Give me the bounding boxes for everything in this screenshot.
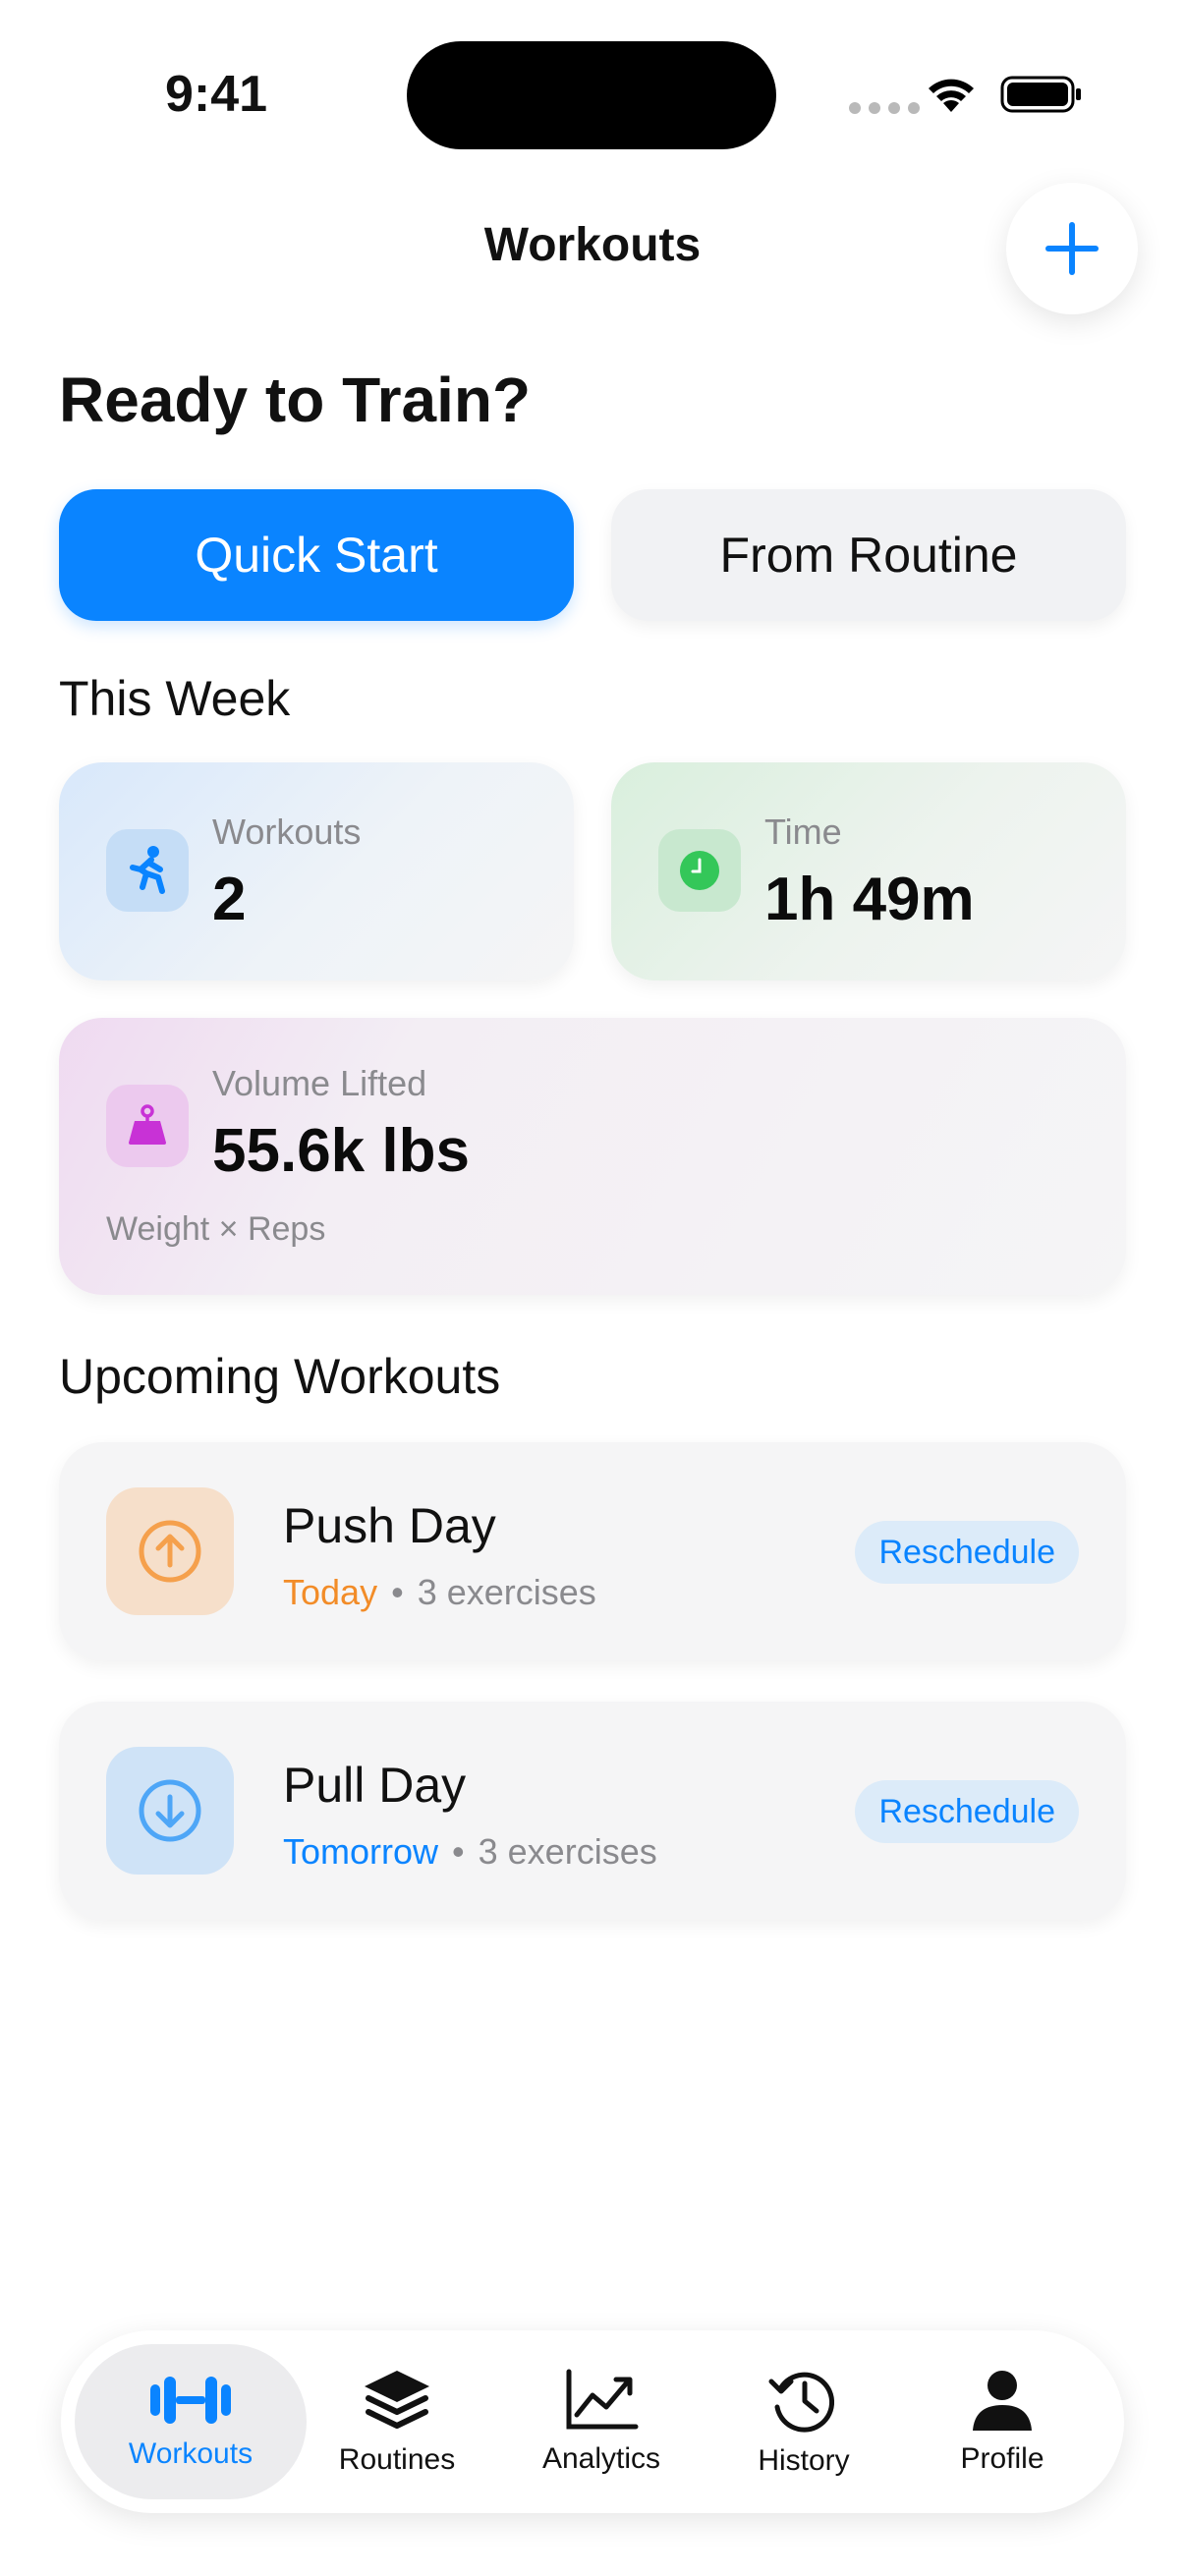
reschedule-button[interactable]: Reschedule [855, 1780, 1079, 1843]
workout-exercise-count: 3 exercises [478, 1831, 657, 1872]
tab-analytics[interactable]: Analytics [503, 2344, 700, 2499]
volume-stat-card: Volume Lifted 55.6k lbs Weight × Reps [59, 1018, 1126, 1295]
time-value: 1h 49m [764, 866, 975, 933]
dynamic-island [407, 41, 776, 149]
tab-label: Routines [338, 2443, 456, 2476]
upcoming-workouts-title: Upcoming Workouts [59, 1349, 501, 1404]
dumbbell-icon [150, 2377, 231, 2424]
workout-meta: Tomorrow • 3 exercises [283, 1831, 657, 1873]
volume-label: Volume Lifted [212, 1063, 427, 1103]
tab-label: Workouts [128, 2437, 254, 2470]
workouts-value: 2 [212, 866, 247, 933]
workout-name: Pull Day [283, 1758, 467, 1813]
workout-name: Push Day [283, 1498, 496, 1553]
tab-label: Analytics [541, 2442, 661, 2475]
tab-profile[interactable]: Profile [904, 2344, 1100, 2499]
tab-history[interactable]: History [705, 2344, 902, 2499]
cellular-signal-icon [849, 102, 920, 114]
kettlebell-icon [106, 1085, 189, 1167]
workout-exercise-count: 3 exercises [417, 1572, 596, 1612]
plus-icon [1045, 222, 1099, 275]
separator-dot: • [391, 1572, 404, 1612]
tab-routines[interactable]: Routines [299, 2344, 495, 2499]
tab-bar: Workouts Routines Analytics History Prof… [61, 2330, 1124, 2513]
arrow-up-circle-icon [106, 1487, 234, 1615]
wifi-icon [922, 73, 981, 121]
history-clock-icon [768, 2372, 835, 2433]
trend-chart-icon [566, 2369, 639, 2430]
this-week-title: This Week [59, 671, 291, 726]
separator-dot: • [452, 1831, 465, 1872]
status-time: 9:41 [165, 66, 268, 123]
hero-title: Ready to Train? [59, 364, 532, 435]
workouts-stat-card: Workouts 2 [59, 762, 574, 980]
time-stat-card: Time 1h 49m [611, 762, 1126, 980]
from-routine-button[interactable]: From Routine [611, 489, 1126, 621]
workout-day: Tomorrow [283, 1831, 439, 1872]
arrow-down-circle-icon [106, 1747, 234, 1875]
add-workout-button[interactable] [1006, 183, 1138, 314]
reschedule-button[interactable]: Reschedule [855, 1521, 1079, 1584]
tab-workouts[interactable]: Workouts [75, 2344, 307, 2499]
volume-value: 55.6k lbs [212, 1117, 470, 1185]
quick-start-button[interactable]: Quick Start [59, 489, 574, 621]
layers-icon [365, 2371, 429, 2429]
tab-label: Profile [960, 2442, 1044, 2475]
workouts-label: Workouts [212, 812, 362, 852]
upcoming-workout-push-day[interactable]: Push Day Today • 3 exercises Reschedule [59, 1442, 1126, 1660]
clock-icon [658, 829, 741, 912]
battery-icon [1000, 75, 1083, 119]
tab-label: History [758, 2444, 850, 2477]
workout-meta: Today • 3 exercises [283, 1572, 596, 1613]
volume-subtitle: Weight × Reps [106, 1210, 326, 1248]
running-figure-icon [106, 829, 189, 912]
time-label: Time [764, 812, 842, 852]
workout-day: Today [283, 1572, 378, 1612]
upcoming-workout-pull-day[interactable]: Pull Day Tomorrow • 3 exercises Reschedule [59, 1702, 1126, 1920]
person-icon [973, 2371, 1032, 2431]
